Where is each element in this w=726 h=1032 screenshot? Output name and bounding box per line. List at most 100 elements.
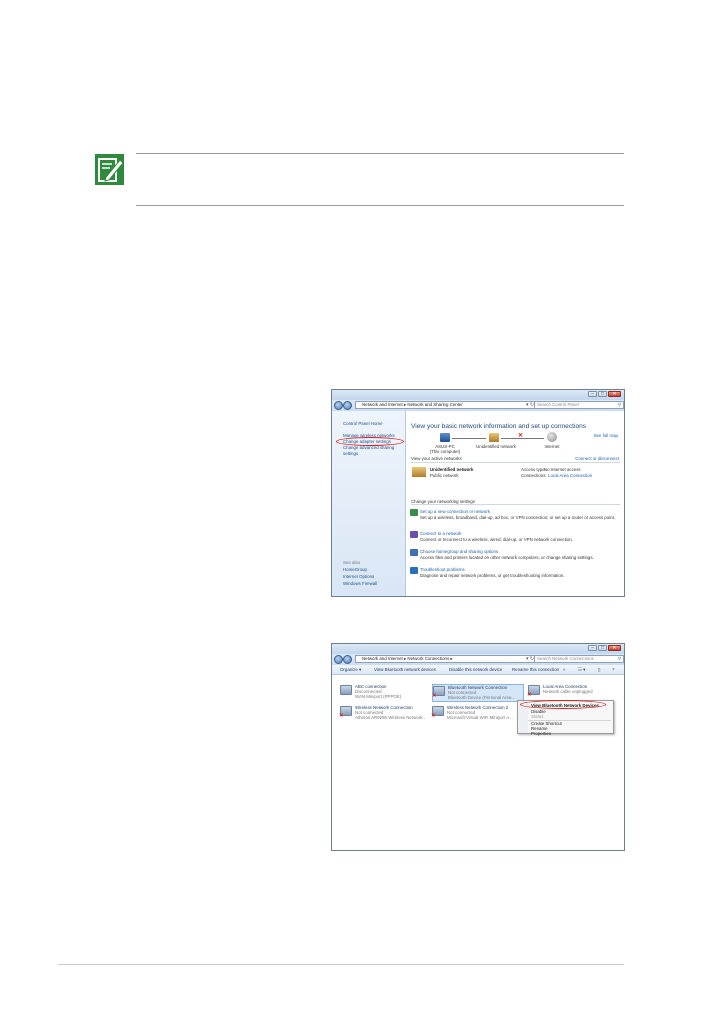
- connections-label: Connections:: [521, 473, 547, 478]
- breadcrumb-network-connections[interactable]: Network Connections: [407, 656, 449, 661]
- map-line: [452, 438, 486, 439]
- connect-network-icon: [410, 531, 418, 538]
- rename-connection-button[interactable]: Rename this connection: [512, 667, 559, 673]
- note-top-rule: [136, 153, 624, 154]
- sidebar-item-homegroup[interactable]: HomeGroup: [343, 567, 405, 573]
- globe-icon: [547, 432, 557, 442]
- address-row: Network and Internet ▸ Network and Shari…: [332, 400, 624, 411]
- connection-device: Microsoft Virtual WiFi Miniport A...: [447, 715, 513, 720]
- preview-pane-icon[interactable]: ▯: [598, 667, 600, 673]
- close-button[interactable]: ✕: [608, 645, 621, 651]
- computer-icon: [440, 433, 450, 442]
- task-description: Set up a wireless, broadband, dial-up, a…: [420, 514, 616, 520]
- network-bench-icon: [489, 433, 499, 442]
- task-homegroup[interactable]: Choose homegroup and sharing options Acc…: [410, 549, 620, 560]
- forward-button[interactable]: [343, 655, 352, 664]
- disconnected-x-icon: ✕: [339, 713, 344, 719]
- title-bar: – □ ✕: [332, 644, 624, 654]
- local-area-connection-link[interactable]: Local Area Connection: [548, 473, 592, 479]
- connect-disconnect-link[interactable]: Connect or disconnect: [575, 456, 619, 462]
- footer-rule: [58, 964, 624, 965]
- breadcrumb-network-internet[interactable]: Network and Internet: [362, 656, 403, 661]
- minimize-button[interactable]: –: [588, 645, 597, 651]
- connection-device: Atheros AR9285 Wireless Network...: [355, 715, 427, 720]
- menu-item-status: Status: [531, 714, 544, 719]
- back-button[interactable]: [334, 401, 343, 410]
- disconnected-x-icon: ✕: [432, 693, 437, 699]
- connection-abc[interactable]: ABC connection Disconnected WAN Miniport…: [340, 684, 432, 702]
- main-content: View your basic network information and …: [406, 411, 624, 596]
- network-type-link[interactable]: Public network: [430, 473, 459, 479]
- help-icon[interactable]: ?: [612, 667, 614, 673]
- refresh-icon[interactable]: ▾ ↻: [526, 656, 534, 662]
- connection-device: Bluetooth Device (Personal Area...: [448, 695, 516, 700]
- forward-button[interactable]: [343, 401, 352, 410]
- task-description: Connect or reconnect to a wireless, wire…: [420, 536, 574, 542]
- breadcrumb-sharing-center[interactable]: Network and Sharing Center: [407, 402, 462, 407]
- toolbar: Organize ▾ View Bluetooth network device…: [332, 665, 624, 675]
- search-input[interactable]: Search Control Panel ⚲: [534, 401, 624, 409]
- connection-bluetooth[interactable]: ✕ Bluetooth Network Connection Not conne…: [432, 684, 524, 702]
- minimize-button[interactable]: –: [588, 391, 597, 397]
- map-node-internet: Internet: [544, 444, 560, 449]
- maximize-button[interactable]: □: [598, 391, 607, 397]
- task-troubleshoot[interactable]: Troubleshoot problems Diagnose and repai…: [410, 567, 620, 578]
- map-node-network: Unidentified network: [476, 444, 516, 449]
- address-bar[interactable]: Network and Internet ▸ Network and Shari…: [355, 401, 545, 409]
- separator: [411, 504, 620, 505]
- disconnected-x-icon: ✕: [527, 692, 532, 698]
- search-icon: ⚲: [617, 402, 621, 407]
- network-connections-screenshot: – □ ✕ Network and Internet ▸ Network Con…: [331, 643, 625, 851]
- connection-wireless[interactable]: ✕ Wireless Network Connection Not connec…: [339, 705, 432, 723]
- see-also-label: See also: [343, 560, 361, 565]
- sidebar-item-advanced-sharing[interactable]: Change advanced sharing settings: [343, 445, 399, 456]
- search-input[interactable]: Search Network Connections ⚲: [534, 655, 624, 663]
- menu-item-properties[interactable]: Properties: [531, 731, 551, 737]
- see-full-map-link[interactable]: See full map: [594, 433, 618, 439]
- modem-icon: [340, 685, 352, 695]
- address-bar[interactable]: Network and Internet ▸ Network Connectio…: [355, 655, 545, 663]
- disable-device-button[interactable]: Disable this network device: [449, 667, 502, 673]
- connection-status: Network cable unplugged: [543, 689, 593, 694]
- address-row: Network and Internet ▸ Network Connectio…: [332, 654, 624, 665]
- network-sharing-center-screenshot: – □ ✕ Network and Internet ▸ Network and…: [331, 389, 625, 597]
- back-button[interactable]: [334, 655, 343, 664]
- title-bar: – □ ✕: [332, 390, 624, 400]
- note-pencil-icon: [95, 154, 124, 185]
- sidebar-item-home[interactable]: Control Panel Home: [343, 421, 383, 427]
- disconnected-x-icon: ✕: [431, 713, 436, 719]
- more-toolbar-button[interactable]: »: [563, 667, 565, 673]
- close-button[interactable]: ✕: [608, 391, 621, 397]
- map-node-this-computer: (This computer): [429, 449, 461, 454]
- highlight-ellipse: [520, 700, 606, 709]
- homegroup-icon: [410, 549, 418, 556]
- connection-wireless-2[interactable]: ✕ Wireless Network Connection 2 Not conn…: [431, 705, 524, 723]
- refresh-icon[interactable]: ▾ ↻: [526, 402, 534, 408]
- sidebar-item-internet-options[interactable]: Internet Options: [343, 574, 405, 580]
- maximize-button[interactable]: □: [598, 645, 607, 651]
- connection-device: WAN Miniport (PPPOE): [355, 694, 402, 699]
- access-type-value: No Internet access: [544, 467, 581, 472]
- troubleshoot-icon: [410, 567, 418, 574]
- search-icon: ⚲: [617, 656, 621, 661]
- sidebar-item-windows-firewall[interactable]: Windows Firewall: [343, 581, 405, 587]
- sidebar: Control Panel Home Manage wireless netwo…: [332, 411, 406, 596]
- page-title: View your basic network information and …: [411, 423, 587, 430]
- access-type-label: Access type:: [521, 467, 546, 472]
- view-options-icon[interactable]: ☷ ▾: [578, 667, 585, 673]
- task-description: Access files and printers located on oth…: [420, 554, 594, 560]
- view-bluetooth-devices-button[interactable]: View Bluetooth network devices: [374, 667, 436, 673]
- highlight-ellipse: [336, 437, 404, 446]
- separator: [411, 462, 620, 463]
- active-networks-label: View your active networks: [411, 456, 462, 461]
- note-bottom-rule: [136, 205, 624, 206]
- no-connection-x-icon: ✕: [518, 433, 524, 439]
- task-description: Diagnose and repair network problems, or…: [420, 572, 565, 578]
- new-connection-icon: [410, 509, 418, 516]
- network-bench-icon: [412, 467, 426, 477]
- task-new-connection[interactable]: Set up a new connection or network Set u…: [410, 509, 620, 520]
- network-name: Unidentified network: [430, 467, 474, 472]
- task-connect-network[interactable]: Connect to a network Connect or reconnec…: [410, 531, 620, 542]
- organize-menu[interactable]: Organize ▾: [340, 667, 361, 673]
- breadcrumb-network-internet[interactable]: Network and Internet: [362, 402, 403, 407]
